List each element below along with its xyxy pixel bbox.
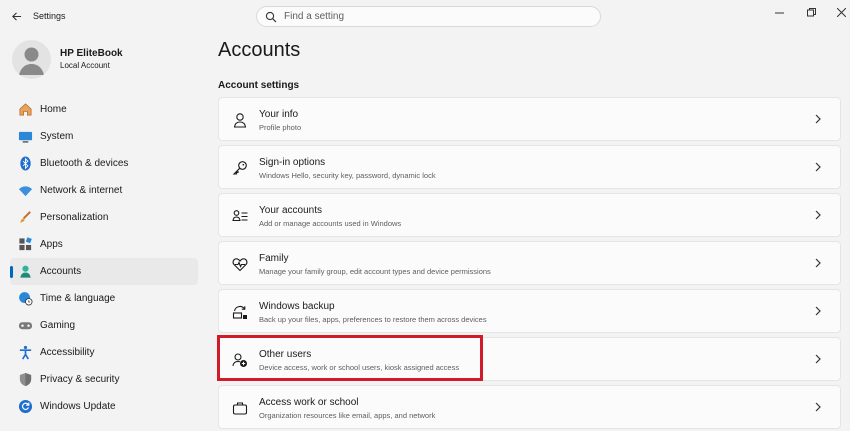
settings-card-list: Your info Profile photo Sign-in options … bbox=[218, 97, 841, 431]
sidebar-item-label: Time & language bbox=[40, 293, 116, 304]
apps-icon bbox=[17, 237, 33, 253]
accounts-icon bbox=[17, 264, 33, 280]
back-arrow-icon bbox=[11, 11, 21, 21]
sidebar-item-label: Bluetooth & devices bbox=[40, 158, 129, 169]
avatar[interactable] bbox=[12, 40, 51, 79]
globe-clock-icon bbox=[17, 291, 33, 307]
card-family[interactable]: Family Manage your family group, edit ac… bbox=[218, 241, 841, 285]
card-title: Other users bbox=[259, 349, 312, 360]
section-title: Account settings bbox=[218, 80, 300, 91]
chevron-right-icon bbox=[815, 354, 821, 364]
chevron-right-icon bbox=[815, 306, 821, 316]
card-title: Family bbox=[259, 253, 289, 264]
home-icon bbox=[17, 102, 33, 118]
sidebar-item-windows-update[interactable]: Windows Update bbox=[10, 393, 198, 420]
search-icon bbox=[265, 11, 277, 23]
wifi-icon bbox=[17, 183, 33, 199]
chevron-right-icon bbox=[815, 210, 821, 220]
sidebar-item-system[interactable]: System bbox=[10, 123, 198, 150]
restore-icon bbox=[806, 7, 816, 16]
backup-icon bbox=[231, 303, 249, 321]
card-title: Your accounts bbox=[259, 205, 323, 216]
system-icon bbox=[17, 129, 33, 145]
sidebar-item-accounts[interactable]: Accounts bbox=[10, 258, 198, 285]
card-description: Windows Hello, security key, password, d… bbox=[259, 171, 436, 180]
person-avatar-icon bbox=[19, 47, 44, 75]
back-button[interactable] bbox=[6, 6, 26, 26]
sidebar-item-accessibility[interactable]: Accessibility bbox=[10, 339, 198, 366]
card-windows-backup[interactable]: Windows backup Back up your files, apps,… bbox=[218, 289, 841, 333]
close-button[interactable] bbox=[834, 5, 848, 19]
card-access-work-school[interactable]: Access work or school Organization resou… bbox=[218, 385, 841, 429]
chevron-right-icon bbox=[815, 114, 821, 124]
sidebar-item-label: Home bbox=[40, 104, 67, 115]
sidebar-item-apps[interactable]: Apps bbox=[10, 231, 198, 258]
card-description: Organization resources like email, apps,… bbox=[259, 411, 436, 420]
shield-icon bbox=[17, 372, 33, 388]
chevron-right-icon bbox=[815, 162, 821, 172]
title-bar: Settings Find a setting bbox=[0, 0, 850, 34]
update-icon bbox=[17, 399, 33, 415]
card-sign-in-options[interactable]: Sign-in options Windows Hello, security … bbox=[218, 145, 841, 189]
card-your-accounts[interactable]: Your accounts Add or manage accounts use… bbox=[218, 193, 841, 237]
brush-icon bbox=[17, 210, 33, 226]
sidebar-item-label: Personalization bbox=[40, 212, 109, 223]
card-description: Add or manage accounts used in Windows bbox=[259, 219, 402, 228]
close-icon bbox=[836, 7, 846, 17]
minimize-icon bbox=[774, 12, 784, 13]
sidebar-item-label: Network & internet bbox=[40, 185, 123, 196]
card-description: Manage your family group, edit account t… bbox=[259, 267, 491, 276]
card-title: Windows backup bbox=[259, 301, 335, 312]
person-icon bbox=[231, 111, 249, 129]
sidebar-item-network[interactable]: Network & internet bbox=[10, 177, 198, 204]
other-users-icon bbox=[231, 351, 249, 369]
sidebar-item-privacy[interactable]: Privacy & security bbox=[10, 366, 198, 393]
card-other-users[interactable]: Other users Device access, work or schoo… bbox=[218, 337, 841, 381]
card-your-info[interactable]: Your info Profile photo bbox=[218, 97, 841, 141]
chevron-right-icon bbox=[815, 258, 821, 268]
sidebar-item-label: Accessibility bbox=[40, 347, 95, 358]
sidebar-nav: Home System Bluetooth & devices Network … bbox=[10, 96, 198, 420]
accessibility-icon bbox=[17, 345, 33, 361]
app-title: Settings bbox=[33, 11, 66, 21]
sidebar-item-personalization[interactable]: Personalization bbox=[10, 204, 198, 231]
chevron-right-icon bbox=[815, 402, 821, 412]
key-icon bbox=[231, 159, 249, 177]
sidebar-item-time-language[interactable]: Time & language bbox=[10, 285, 198, 312]
gamepad-icon bbox=[17, 318, 33, 334]
briefcase-icon bbox=[231, 399, 249, 417]
sidebar-item-label: Apps bbox=[40, 239, 63, 250]
search-input[interactable]: Find a setting bbox=[284, 11, 344, 22]
card-description: Device access, work or school users, kio… bbox=[259, 363, 460, 372]
sidebar-item-home[interactable]: Home bbox=[10, 96, 198, 123]
sidebar-item-label: Gaming bbox=[40, 320, 76, 331]
search-box[interactable]: Find a setting bbox=[256, 6, 601, 27]
sidebar-item-label: System bbox=[40, 131, 74, 142]
profile-account-type: Local Account bbox=[60, 61, 110, 70]
card-title: Access work or school bbox=[259, 397, 359, 408]
card-title: Your info bbox=[259, 109, 299, 120]
sidebar-item-label: Accounts bbox=[40, 266, 82, 277]
accounts-list-icon bbox=[231, 207, 249, 225]
sidebar-item-bluetooth[interactable]: Bluetooth & devices bbox=[10, 150, 198, 177]
maximize-button[interactable] bbox=[804, 5, 818, 19]
family-heart-icon bbox=[231, 255, 249, 273]
card-description: Back up your files, apps, preferences to… bbox=[259, 315, 487, 324]
profile-name: HP EliteBook bbox=[60, 48, 123, 59]
card-description: Profile photo bbox=[259, 123, 302, 132]
bluetooth-icon bbox=[17, 156, 33, 172]
page-title: Accounts bbox=[218, 39, 301, 61]
sidebar-item-gaming[interactable]: Gaming bbox=[10, 312, 198, 339]
minimize-button[interactable] bbox=[772, 5, 786, 19]
card-title: Sign-in options bbox=[259, 157, 326, 168]
sidebar-item-label: Windows Update bbox=[40, 401, 116, 412]
sidebar-item-label: Privacy & security bbox=[40, 374, 120, 385]
